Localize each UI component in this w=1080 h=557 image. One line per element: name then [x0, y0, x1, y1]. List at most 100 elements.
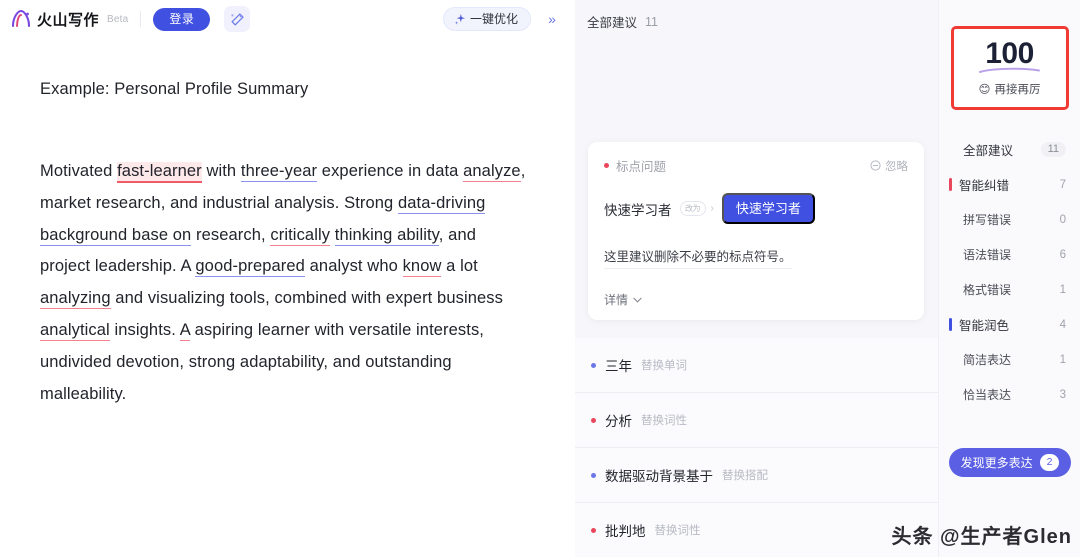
category-count: 0	[1059, 213, 1066, 226]
one-click-optimize-button[interactable]: 一键优化	[442, 7, 531, 31]
suggestion-card[interactable]: 标点问题 忽略 快速学习者 改为 › 快速学习者 这里建议删除不必要的标点符号。	[588, 142, 924, 320]
suggestion-card-header: 标点问题 忽略	[604, 156, 908, 175]
category-row-格式错误[interactable]: 格式错误 1	[939, 272, 1080, 307]
score-card: 100 😊 再接再厉	[950, 26, 1069, 110]
magic-wand-glyph	[231, 12, 244, 26]
inline-suggestion-11[interactable]: thinking ability	[334, 225, 439, 246]
detail-expander[interactable]: 详情	[604, 291, 908, 308]
suggestions-header-label: 全部建议	[587, 16, 638, 30]
score-caption-row: 😊 再接再厉	[979, 81, 1041, 97]
magic-wand-icon[interactable]	[224, 6, 251, 32]
original-text: 快速学习者	[604, 202, 672, 218]
suggestions-header-count: 11	[645, 14, 658, 29]
inline-suggestion-17[interactable]: analyzing	[40, 289, 111, 310]
suggestion-item-word: 三年	[605, 359, 632, 374]
text-run-2: with	[201, 161, 241, 180]
brand-logo[interactable]: 火山写作 Beta	[10, 9, 128, 30]
suggestion-card-tag: 标点问题	[604, 156, 666, 175]
suggestion-list-item[interactable]: 批判地 替换词性	[575, 503, 938, 557]
chevron-down-icon	[633, 297, 642, 303]
document-area[interactable]: Example: Personal Profile Summary Motiva…	[0, 38, 575, 411]
change-to-pill: 改为	[679, 201, 706, 216]
inline-suggestion-21[interactable]: A	[179, 321, 190, 342]
inline-suggestion-15[interactable]: know	[402, 257, 442, 278]
score-underline-swoosh	[979, 67, 1041, 73]
beta-badge: Beta	[107, 13, 129, 25]
score-wrapper: 100 😊 再接再厉	[939, 0, 1080, 110]
category-row-恰当表达[interactable]: 恰当表达 3	[939, 377, 1080, 412]
category-rail: 100 😊 再接再厉 全部建议 11 智能纠错 7 拼写错误 0 语法错误 6 格式错误 1 智能润…	[938, 0, 1080, 557]
category-name: 语法错误	[963, 248, 1012, 262]
category-name: 智能纠错	[959, 179, 1010, 193]
login-button[interactable]: 登录	[153, 7, 211, 31]
text-run-4: experience in data	[317, 161, 464, 180]
suggestion-item-word: 数据驱动背景基于	[605, 469, 713, 484]
category-count: 3	[1059, 388, 1066, 401]
score-value: 100	[979, 39, 1041, 73]
category-name: 简洁表达	[963, 353, 1012, 367]
inline-suggestion-5[interactable]: analyze	[463, 161, 521, 182]
suggestion-description: 这里建议删除不必要的标点符号。	[604, 246, 792, 269]
suggestions-column: 全部建议 11 标点问题 忽略 快速学习者 改为 › 快速学习者 这里建议删除不…	[575, 0, 938, 557]
category-name: 智能润色	[959, 319, 1010, 333]
sparkle-icon	[454, 13, 466, 25]
optimize-label: 一键优化	[469, 12, 518, 26]
category-count: 4	[1059, 318, 1066, 331]
toolbar-divider	[140, 11, 142, 27]
suggestion-item-word: 分析	[605, 414, 632, 429]
category-row-全部建议[interactable]: 全部建议 11	[939, 132, 1080, 167]
volcano-logo-icon	[11, 9, 31, 28]
text-run-8: research,	[191, 225, 271, 244]
category-row-智能纠错[interactable]: 智能纠错 7	[939, 167, 1080, 202]
minus-circle-icon	[870, 160, 881, 171]
score-caption: 再接再厉	[994, 84, 1041, 96]
inline-suggestion-3[interactable]: three-year	[240, 161, 318, 182]
category-row-语法错误[interactable]: 语法错误 6	[939, 237, 1080, 272]
suggestion-item-word: 批判地	[605, 524, 646, 539]
suggestion-list-item[interactable]: 分析 替换词性	[575, 393, 938, 448]
suggestion-item-dot	[591, 472, 596, 478]
score-emoji: 😊	[978, 84, 991, 96]
category-row-简洁表达[interactable]: 简洁表达 1	[939, 342, 1080, 377]
suggestions-header: 全部建议 11	[575, 0, 938, 31]
editor-column: 火山写作 Beta 登录 一键优化 » Example: Personal Pr…	[0, 0, 575, 557]
inline-suggestion-1[interactable]: fast-learner	[117, 161, 202, 183]
discover-more-label: 发现更多表达	[960, 456, 1033, 470]
suggestion-item-action: 替换词性	[641, 415, 687, 427]
category-count: 1	[1059, 353, 1066, 366]
inline-suggestion-9[interactable]: critically	[270, 225, 331, 246]
suggestion-item-action: 替换词性	[654, 525, 701, 537]
suggestion-item-action: 替换单词	[641, 360, 687, 372]
text-run-0: Motivated	[40, 161, 118, 180]
suggestion-type-dot	[604, 163, 609, 168]
suggestion-type-label: 标点问题	[616, 160, 667, 174]
category-row-智能润色[interactable]: 智能润色 4	[939, 307, 1080, 342]
apply-replacement-button[interactable]: 快速学习者	[721, 193, 815, 224]
category-name: 恰当表达	[963, 388, 1012, 402]
app-window: 火山写作 Beta 登录 一键优化 » Example: Personal Pr…	[0, 0, 1080, 557]
detail-label: 详情	[604, 293, 629, 307]
inline-suggestion-19[interactable]: analytical	[40, 321, 110, 342]
category-count-pill: 11	[1040, 142, 1066, 157]
inline-suggestion-13[interactable]: good-prepared	[195, 257, 305, 278]
category-row-拼写错误[interactable]: 拼写错误 0	[939, 202, 1080, 237]
suggestion-list-item[interactable]: 三年 替换单词	[575, 338, 938, 393]
suggestion-item-list: 三年 替换单词 分析 替换词性 数据驱动背景基于 替换搭配 批判地 替换词性	[575, 338, 938, 557]
ignore-button[interactable]: 忽略	[870, 158, 908, 174]
discover-more-button[interactable]: 发现更多表达 2	[949, 448, 1071, 477]
document-paragraph: Motivated fast-learner with three-year e…	[40, 156, 529, 411]
category-list: 全部建议 11 智能纠错 7 拼写错误 0 语法错误 6 格式错误 1 智能润色 4 简洁表达 1 恰当表达…	[939, 132, 1080, 412]
suggestion-list-item[interactable]: 数据驱动背景基于 替换搭配	[575, 448, 938, 503]
category-accent-bar	[949, 178, 952, 191]
suggestion-item-dot	[591, 362, 596, 368]
discover-more-badge: 2	[1039, 453, 1060, 472]
category-name: 格式错误	[963, 283, 1012, 297]
category-accent-bar	[949, 318, 952, 331]
category-count: 7	[1059, 178, 1066, 191]
top-toolbar: 火山写作 Beta 登录 一键优化 »	[0, 0, 575, 38]
collapse-panel-icon[interactable]: »	[539, 6, 565, 32]
suggestion-item-dot	[591, 417, 596, 423]
suggestion-item-action: 替换搭配	[722, 470, 768, 482]
replacement-row: 快速学习者 改为 › 快速学习者	[604, 193, 908, 224]
category-name: 全部建议	[963, 144, 1014, 158]
